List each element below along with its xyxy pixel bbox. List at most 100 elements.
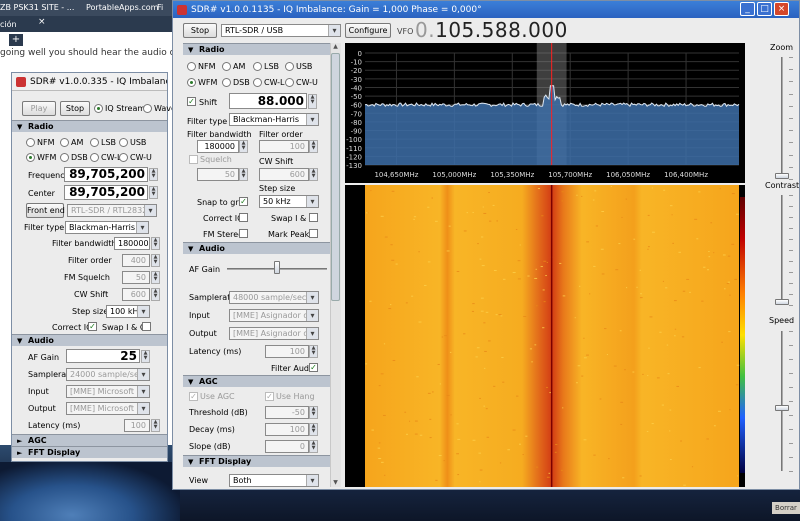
shift-field[interactable]: 88.000 — [229, 93, 307, 109]
spectrum-analyzer[interactable]: 0-10-20-30-40-50-60-70-80-90-100-110-120… — [345, 43, 745, 183]
filter-bandwidth-spinner[interactable]: ▲ ▼ — [239, 140, 248, 153]
af-gain-slider-thumb[interactable] — [274, 261, 280, 274]
swap-iq-checkbox[interactable] — [142, 322, 151, 331]
minimize-button[interactable]: _ — [740, 2, 755, 16]
mode-usb-radio[interactable] — [285, 62, 294, 71]
main-titlebar[interactable]: SDR# v1.0.0.1135 - IQ Imbalance: Gain = … — [173, 1, 799, 18]
mode-dsb-radio[interactable] — [60, 153, 69, 162]
filter-bandwidth-field[interactable]: 180000 — [114, 237, 150, 250]
taskbar-button[interactable]: Borrar — [772, 502, 800, 514]
squelch-field[interactable]: 50 — [197, 168, 239, 181]
filter-bandwidth-field[interactable]: 180000 — [197, 140, 239, 153]
zoom-slider-thumb[interactable] — [775, 173, 789, 179]
mode-dsb-radio[interactable] — [222, 78, 231, 87]
tab-title[interactable]: ción — [0, 20, 17, 29]
speed-slider-thumb[interactable] — [775, 404, 789, 411]
filter-order-field[interactable]: 100 — [259, 140, 309, 153]
filter-type-combo[interactable]: Blackman-Harris — [65, 221, 149, 234]
fm-squelch-field[interactable]: 50 — [122, 271, 150, 284]
vfo-frequency-display[interactable]: 0.105.588.000 — [415, 18, 568, 42]
mode-wfm-radio[interactable] — [187, 78, 196, 87]
step-size-combo[interactable]: 100 kHz — [106, 305, 150, 318]
samplerate-combo[interactable]: 24000 sample/sec — [66, 368, 150, 381]
shift-spinner[interactable]: ▲ ▼ — [308, 94, 317, 109]
iq-stream-radio[interactable] — [94, 104, 103, 113]
mark-peaks-checkbox[interactable] — [309, 229, 318, 238]
audio-section-header[interactable]: ▼ Audio — [183, 242, 330, 254]
mode-am-radio[interactable] — [60, 138, 69, 147]
contrast-slider-thumb[interactable] — [775, 299, 789, 305]
mode-cwl-radio[interactable] — [90, 153, 99, 162]
fft-section-header[interactable]: ▼ FFT Display — [183, 455, 330, 467]
filter-type-combo[interactable]: Blackman-Harris — [229, 113, 319, 126]
speed-slider-track[interactable] — [781, 331, 783, 471]
swap-iq-checkbox[interactable] — [309, 213, 318, 222]
step-size-combo[interactable]: 50 kHz — [259, 195, 319, 208]
squelch-checkbox[interactable] — [189, 155, 198, 164]
threshold-field[interactable]: -50 — [265, 406, 309, 419]
scroll-up-icon[interactable]: ▲ — [331, 43, 340, 52]
snap-to-grid-checkbox[interactable]: ✓ — [239, 197, 248, 206]
mode-lsb-radio[interactable] — [253, 62, 262, 71]
mode-usb-radio[interactable] — [119, 138, 128, 147]
use-hang-checkbox[interactable]: ✓ — [265, 392, 274, 401]
stop-button[interactable]: Stop — [183, 23, 217, 38]
latency-field[interactable]: 100 — [124, 419, 150, 432]
samplerate-combo[interactable]: 48000 sample/sec — [229, 291, 319, 304]
output-combo[interactable]: [MME] Microsoft Sound — [66, 402, 150, 415]
close-tab-icon[interactable]: × — [38, 17, 46, 27]
wave-radio[interactable] — [143, 104, 152, 113]
latency-field[interactable]: 100 — [265, 345, 309, 358]
use-agc-checkbox[interactable]: ✓ — [189, 392, 198, 401]
mode-nfm-radio[interactable] — [187, 62, 196, 71]
correct-iq-checkbox[interactable]: ✓ — [88, 322, 97, 331]
correct-iq-checkbox[interactable] — [239, 213, 248, 222]
scrollbar-thumb[interactable] — [331, 53, 340, 301]
input-combo[interactable]: [MME] Microsoft Sound — [66, 385, 150, 398]
bookmark-portableapps[interactable]: PortableApps.com — [86, 3, 158, 12]
input-combo[interactable]: [MME] Asignador de so — [229, 309, 319, 322]
mode-cwl-radio[interactable] — [253, 78, 262, 87]
mode-cwu-radio[interactable] — [285, 78, 294, 87]
front-end-button[interactable]: Front end — [26, 203, 65, 218]
cw-shift-spinner[interactable]: ▲ ▼ — [309, 168, 318, 181]
radio-section-header[interactable]: ▼ Radio — [12, 120, 167, 132]
decay-spinner[interactable]: ▲ ▼ — [309, 423, 318, 436]
af-gain-spinner[interactable]: ▲ ▼ — [141, 350, 150, 363]
threshold-spinner[interactable]: ▲ ▼ — [309, 406, 318, 419]
latency-spinner[interactable]: ▲ ▼ — [309, 345, 318, 358]
radio-section-header[interactable]: ▼ Radio — [183, 43, 330, 55]
mode-wfm-radio[interactable] — [26, 153, 35, 162]
mode-cwu-radio[interactable] — [119, 153, 128, 162]
waterfall-display[interactable] — [345, 185, 745, 487]
cw-shift-field[interactable]: 600 — [122, 288, 150, 301]
bookmark-psk31[interactable]: ZB PSK31 SITE - ... — [0, 3, 74, 12]
new-tab-button[interactable]: + — [9, 34, 23, 46]
frequency-spinner[interactable]: ▲ ▼ — [149, 168, 158, 181]
old-titlebar[interactable]: SDR# v1.0.0.335 - IQ Imbalance: Gain = 0… — [12, 73, 167, 91]
fft-section-header[interactable]: ► FFT Display — [12, 446, 167, 458]
frequency-field[interactable]: 89,705,200 — [64, 167, 148, 182]
fm-stereo-checkbox[interactable] — [239, 229, 248, 238]
play-button[interactable]: Play — [22, 101, 56, 116]
stop-button[interactable]: Stop — [60, 101, 90, 116]
mode-lsb-radio[interactable] — [90, 138, 99, 147]
filter-order-field[interactable]: 400 — [122, 254, 150, 267]
slope-spinner[interactable]: ▲ ▼ — [309, 440, 318, 453]
decay-field[interactable]: 100 — [265, 423, 309, 436]
cw-shift-field[interactable]: 600 — [259, 168, 309, 181]
latency-spinner[interactable]: ▲ ▼ — [151, 419, 160, 432]
slope-field[interactable]: 0 — [265, 440, 309, 453]
shift-checkbox[interactable]: ✓ — [187, 97, 196, 106]
mode-am-radio[interactable] — [222, 62, 231, 71]
configure-button[interactable]: Configure — [345, 23, 391, 38]
zoom-slider-track[interactable] — [781, 57, 783, 179]
cw-shift-spinner[interactable]: ▲ ▼ — [151, 288, 160, 301]
scroll-down-icon[interactable]: ▼ — [331, 479, 340, 488]
center-field[interactable]: 89,705,200 — [64, 185, 148, 200]
filter-audio-checkbox[interactable]: ✓ — [309, 363, 318, 372]
close-button[interactable]: × — [774, 2, 789, 16]
af-gain-field[interactable]: 25 — [66, 349, 140, 363]
squelch-spinner[interactable]: ▲ ▼ — [239, 168, 248, 181]
center-spinner[interactable]: ▲ ▼ — [149, 186, 158, 199]
